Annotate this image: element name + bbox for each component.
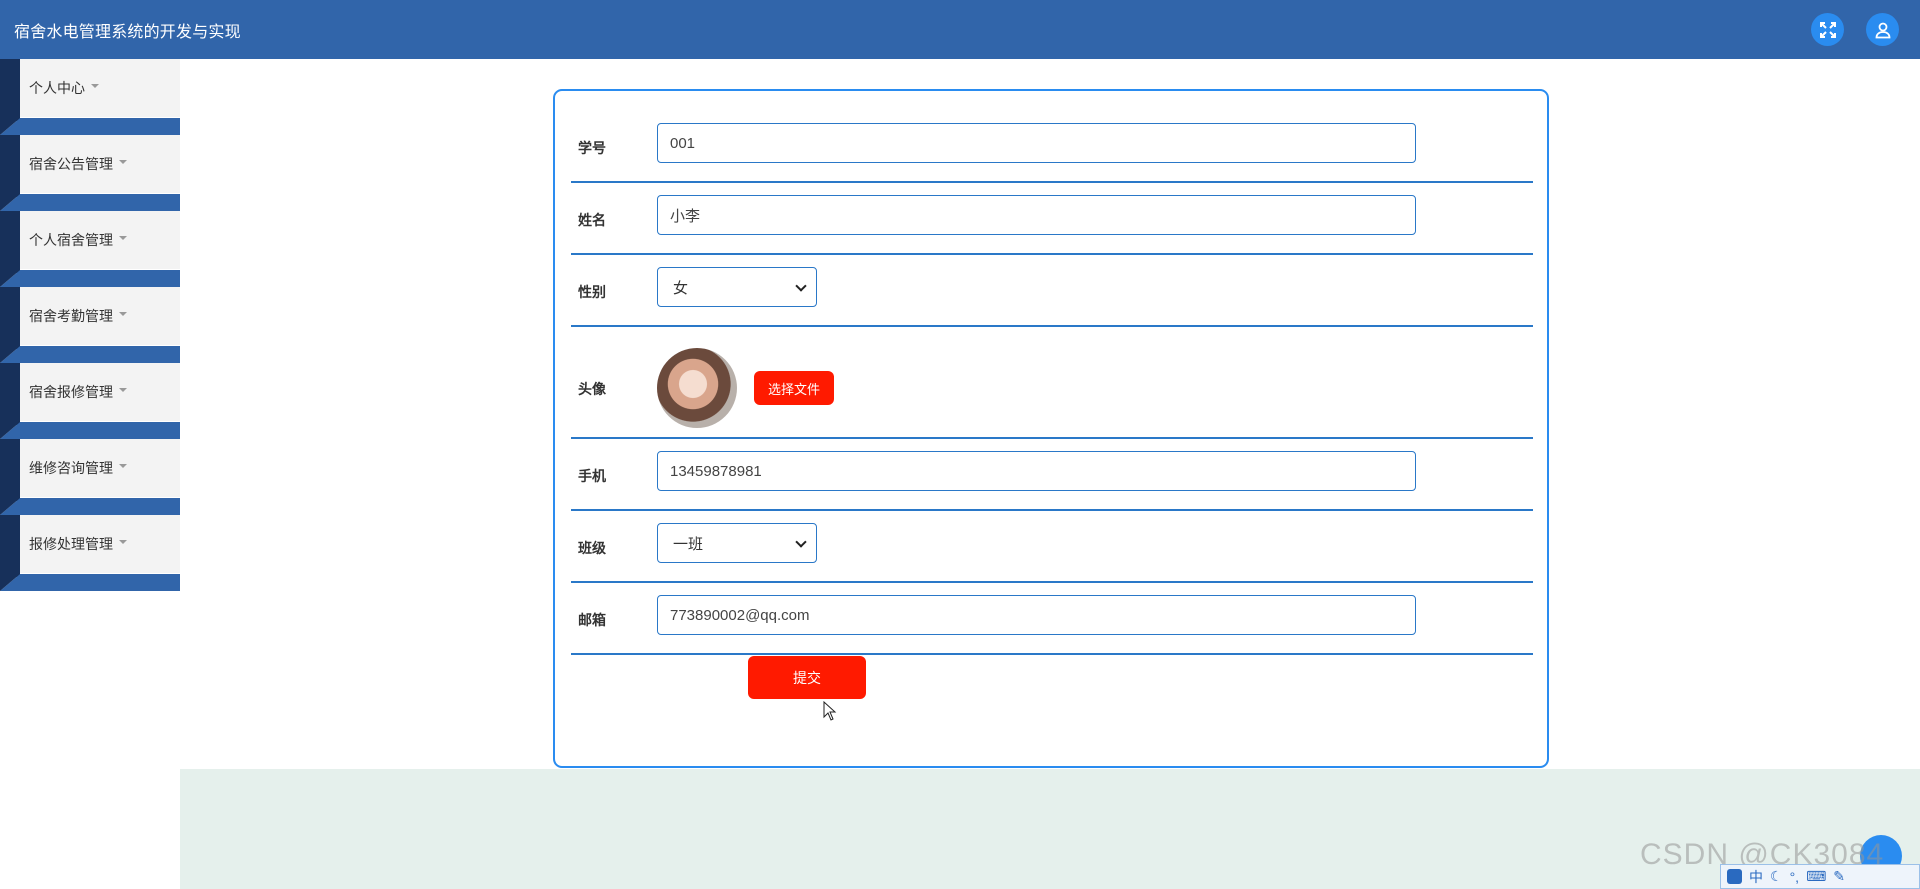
form-row-avatar: 头像 选择文件	[571, 327, 1533, 439]
sidebar-item-personal-center[interactable]: 个人中心	[0, 59, 180, 135]
sidebar-item-dorm-repair[interactable]: 宿舍报修管理	[0, 363, 180, 439]
punctuation-icon[interactable]: °,	[1790, 869, 1800, 885]
gender-select-value: 女	[673, 279, 689, 297]
class-select[interactable]: 一班	[657, 523, 817, 563]
caret-down-icon	[119, 540, 127, 544]
class-label: 班级	[578, 540, 606, 556]
student-id-label: 学号	[578, 140, 606, 156]
sidebar-item-label: 维修咨询管理	[29, 460, 113, 476]
form-row-phone: 手机	[571, 439, 1533, 511]
profile-form: 学号 姓名 性别 女 头像 选择文件 手机 班级 一班 邮箱	[553, 89, 1549, 768]
email-label: 邮箱	[578, 612, 606, 628]
caret-down-icon	[119, 464, 127, 468]
chevron-down-icon	[795, 536, 807, 548]
sidebar-item-dorm-notice[interactable]: 宿舍公告管理	[0, 135, 180, 211]
fullscreen-icon[interactable]	[1811, 13, 1844, 46]
phone-label: 手机	[578, 468, 606, 484]
chevron-down-icon	[795, 280, 807, 292]
sidebar-item-dorm-attendance[interactable]: 宿舍考勤管理	[0, 287, 180, 363]
keyboard-icon[interactable]: ⌨	[1806, 868, 1826, 885]
name-input[interactable]	[657, 195, 1416, 235]
caret-down-icon	[91, 84, 99, 88]
avatar-label: 头像	[578, 381, 606, 397]
form-row-student-id: 学号	[571, 103, 1533, 183]
sidebar: 个人中心 宿舍公告管理 个人宿舍管理 宿舍考勤管理 宿舍报修管理 维修咨询管理 …	[0, 59, 180, 591]
student-id-input[interactable]	[657, 123, 1416, 163]
email-input[interactable]	[657, 595, 1416, 635]
class-select-value: 一班	[673, 535, 704, 553]
sidebar-item-repair-consult[interactable]: 维修咨询管理	[0, 439, 180, 515]
gender-label: 性别	[578, 284, 606, 300]
caret-down-icon	[119, 160, 127, 164]
sidebar-item-label: 宿舍报修管理	[29, 384, 113, 400]
form-row-email: 邮箱	[571, 583, 1533, 655]
sidebar-item-label: 个人中心	[29, 80, 85, 96]
moon-icon[interactable]: ☾	[1770, 868, 1783, 885]
sidebar-item-label: 报修处理管理	[29, 536, 113, 552]
top-header: 宿舍水电管理系统的开发与实现	[0, 0, 1920, 59]
caret-down-icon	[119, 236, 127, 240]
caret-down-icon	[119, 388, 127, 392]
sidebar-item-label: 个人宿舍管理	[29, 232, 113, 248]
form-row-name: 姓名	[571, 183, 1533, 255]
gender-select[interactable]: 女	[657, 267, 817, 307]
sidebar-item-repair-handling[interactable]: 报修处理管理	[0, 515, 180, 591]
avatar	[657, 348, 737, 428]
name-label: 姓名	[578, 212, 606, 228]
user-icon[interactable]	[1866, 13, 1899, 46]
ime-toolbar[interactable]: 中 ☾ °, ⌨ ✎	[1720, 864, 1920, 889]
ime-mode[interactable]: 中	[1749, 867, 1763, 887]
mouse-cursor-icon	[823, 701, 837, 721]
wrench-icon[interactable]: ✎	[1833, 868, 1845, 885]
sidebar-item-label: 宿舍考勤管理	[29, 308, 113, 324]
submit-button[interactable]: 提交	[748, 656, 866, 699]
choose-file-button[interactable]: 选择文件	[754, 371, 834, 405]
sidebar-item-personal-dorm[interactable]: 个人宿舍管理	[0, 211, 180, 287]
sidebar-item-label: 宿舍公告管理	[29, 156, 113, 172]
form-row-gender: 性别 女	[571, 255, 1533, 327]
app-title: 宿舍水电管理系统的开发与实现	[14, 23, 241, 41]
phone-input[interactable]	[657, 451, 1416, 491]
caret-down-icon	[119, 312, 127, 316]
ime-logo-icon[interactable]	[1727, 869, 1742, 884]
form-row-class: 班级 一班	[571, 511, 1533, 583]
